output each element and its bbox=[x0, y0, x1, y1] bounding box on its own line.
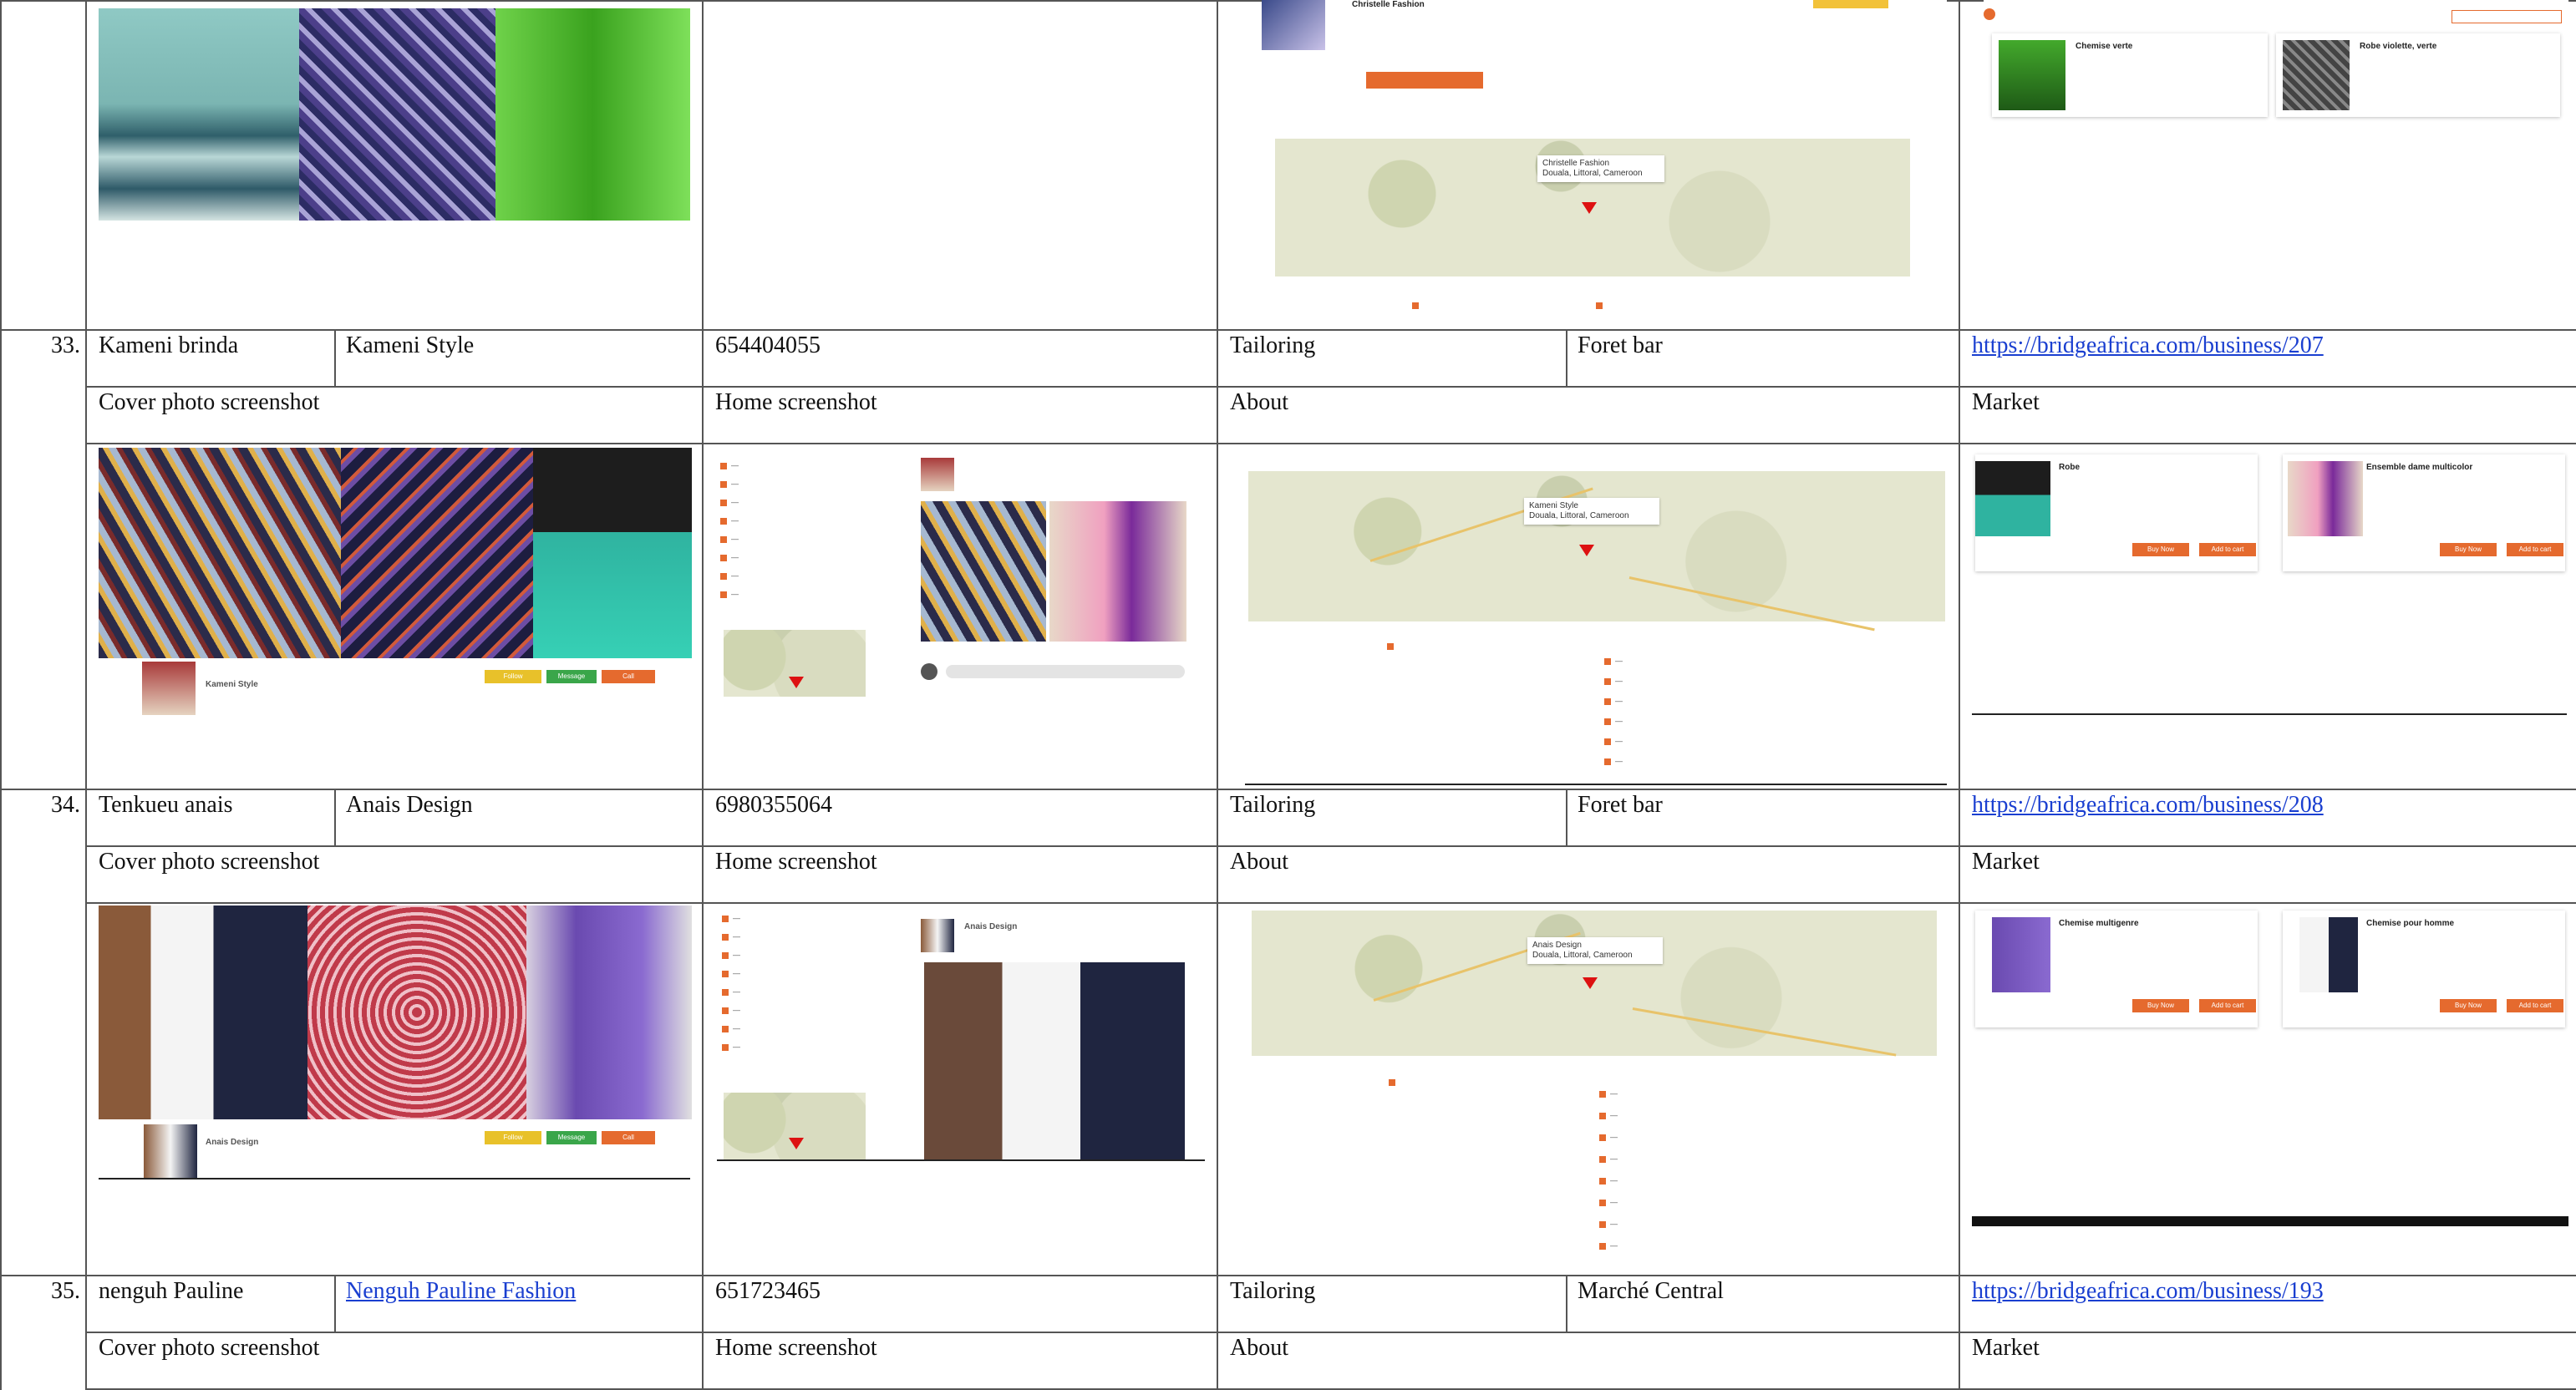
row-border bbox=[85, 1332, 2576, 1333]
market-header: Market bbox=[1972, 1335, 2040, 1361]
row-number: 34. bbox=[51, 792, 80, 818]
product-card[interactable]: Robe violette, verte bbox=[2276, 33, 2560, 117]
add-to-cart-button[interactable]: Add to cart bbox=[2199, 999, 2256, 1012]
phone-number: 654404055 bbox=[715, 332, 821, 358]
owner-name: Tenkueu anais bbox=[99, 792, 233, 818]
buy-now-button[interactable]: Buy Now bbox=[2132, 999, 2189, 1012]
cover-screenshot: Kameni Style Follow Message Call bbox=[99, 448, 692, 718]
market-header: Market bbox=[1972, 849, 2040, 875]
home-header: Home screenshot bbox=[715, 849, 877, 875]
product-card[interactable]: Ensemble dame multicolor Buy Now Add to … bbox=[2283, 454, 2565, 571]
business-link[interactable]: https://bridgeafrica.com/business/207 bbox=[1972, 332, 2324, 360]
map-label: Anais Design Douala, Littoral, Cameroon bbox=[1527, 937, 1663, 964]
buy-now-button[interactable]: Buy Now bbox=[2132, 543, 2189, 556]
map bbox=[1248, 471, 1945, 621]
cover-header: Cover photo screenshot bbox=[99, 849, 320, 875]
col-divider-location bbox=[1566, 789, 1567, 847]
product-card[interactable]: Robe Buy Now Add to cart bbox=[1975, 454, 2258, 571]
row-number: 35. bbox=[51, 1278, 80, 1304]
col-divider-business bbox=[334, 1275, 336, 1333]
phone-number: 6980355064 bbox=[715, 792, 832, 818]
product-card[interactable]: Chemise pour homme Buy Now Add to cart bbox=[2283, 911, 2565, 1027]
home-header: Home screenshot bbox=[715, 389, 877, 415]
call-button[interactable]: Call bbox=[602, 670, 655, 683]
row-border bbox=[85, 902, 2576, 904]
location: Foret bar bbox=[1578, 792, 1663, 818]
owner-name: nenguh Pauline bbox=[99, 1278, 244, 1304]
buy-now-button[interactable]: Buy Now bbox=[2440, 543, 2497, 556]
row-number: 33. bbox=[51, 332, 80, 358]
col-divider-category bbox=[1217, 0, 1218, 1390]
buy-now-button[interactable]: Buy Now bbox=[2440, 999, 2497, 1012]
about-header: About bbox=[1230, 389, 1288, 415]
about-header: About bbox=[1230, 1335, 1288, 1361]
location: Marché Central bbox=[1578, 1278, 1724, 1304]
category: Tailoring bbox=[1230, 792, 1316, 818]
business-link[interactable]: https://bridgeafrica.com/business/193 bbox=[1972, 1277, 2324, 1306]
about-screenshot: Anais Design Douala, Littoral, Cameroon … bbox=[1248, 907, 1947, 1271]
row-border bbox=[0, 329, 2576, 331]
call-button[interactable]: Call bbox=[602, 1131, 655, 1144]
profile-name: Kameni Style bbox=[206, 680, 258, 689]
cover-header: Cover photo screenshot bbox=[99, 1335, 320, 1361]
cover-header: Cover photo screenshot bbox=[99, 389, 320, 415]
row-border bbox=[85, 386, 2576, 388]
business-name: Anais Design bbox=[346, 792, 473, 818]
row-border bbox=[0, 789, 2576, 790]
row-border bbox=[85, 845, 2576, 847]
home-screenshot: — — — — — — — — Anais Design bbox=[717, 907, 1207, 1166]
market-header: Market bbox=[1972, 389, 2040, 415]
map-label: Christelle Fashion Douala, Littoral, Cam… bbox=[1537, 155, 1664, 182]
business-link[interactable]: https://bridgeafrica.com/business/208 bbox=[1972, 791, 2324, 819]
product-card[interactable]: Chemise multigenre Buy Now Add to cart bbox=[1975, 911, 2258, 1027]
business-name-link[interactable]: Nenguh Pauline Fashion bbox=[346, 1277, 576, 1306]
col-divider-phone bbox=[702, 0, 704, 1390]
table-border-left bbox=[0, 0, 2, 1390]
add-to-cart-button[interactable]: Add to cart bbox=[2507, 999, 2563, 1012]
tab-business-active[interactable] bbox=[1366, 72, 1483, 89]
profile-name: Anais Design bbox=[206, 1138, 259, 1147]
home-header: Home screenshot bbox=[715, 1335, 877, 1361]
col-divider-url bbox=[1959, 0, 1960, 1390]
about-screenshot: Christelle Fashion Christelle Fashion Do… bbox=[1262, 0, 1947, 326]
message-button[interactable]: Message bbox=[546, 670, 597, 683]
map-pin-icon bbox=[1583, 977, 1598, 989]
row-border bbox=[85, 443, 2576, 444]
cover-screenshot bbox=[99, 8, 690, 221]
about-screenshot: Kameni Style Douala, Littoral, Cameroon … bbox=[1245, 468, 1947, 785]
col-divider-location bbox=[1566, 1275, 1567, 1333]
map-label: Kameni Style Douala, Littoral, Cameroon bbox=[1524, 498, 1659, 525]
col-divider-business bbox=[334, 789, 336, 847]
category: Tailoring bbox=[1230, 332, 1316, 358]
col-divider-business bbox=[334, 329, 336, 388]
home-screenshot: — — — — — — — — bbox=[720, 451, 1197, 702]
about-header: About bbox=[1230, 849, 1288, 875]
col-divider-location bbox=[1566, 329, 1567, 388]
market-screenshot: Chemise multigenre Buy Now Add to cart C… bbox=[1972, 907, 2568, 1233]
business-name: Kameni Style bbox=[346, 332, 475, 358]
map-pin-icon bbox=[1579, 545, 1594, 556]
owner-name: Kameni brinda bbox=[99, 332, 239, 358]
phone-number: 651723465 bbox=[715, 1278, 821, 1304]
col-divider-number bbox=[85, 0, 87, 1390]
product-card[interactable]: Chemise verte bbox=[1992, 33, 2268, 117]
add-to-cart-button[interactable]: Add to cart bbox=[2507, 543, 2563, 556]
category: Tailoring bbox=[1230, 1278, 1316, 1304]
map-pin-icon bbox=[789, 1138, 804, 1149]
document-table: Christelle Fashion Christelle Fashion Do… bbox=[0, 0, 2576, 1390]
follow-button[interactable]: Follow bbox=[485, 1131, 541, 1144]
row-border bbox=[0, 1275, 2576, 1276]
market-screenshot: Chemise verte Robe violette, verte bbox=[1984, 0, 2568, 167]
follow-button[interactable]: Follow bbox=[485, 670, 541, 683]
message-button[interactable]: Message bbox=[546, 1131, 597, 1144]
map-pin-icon bbox=[1582, 202, 1597, 214]
market-screenshot: Robe Buy Now Add to cart Ensemble dame m… bbox=[1972, 451, 2568, 718]
add-to-cart-button[interactable]: Add to cart bbox=[2199, 543, 2256, 556]
cover-screenshot: Anais Design Follow Message Call bbox=[99, 906, 692, 1181]
about-business-title: Christelle Fashion bbox=[1352, 0, 1425, 9]
map-pin-icon bbox=[789, 677, 804, 688]
location: Foret bar bbox=[1578, 332, 1663, 358]
